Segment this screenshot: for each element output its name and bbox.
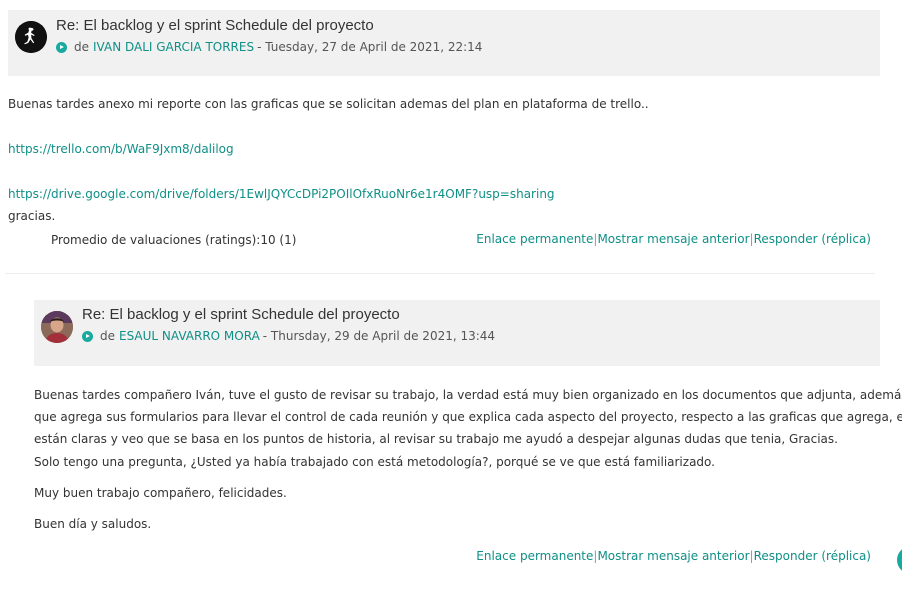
post-subject: Re: El backlog y el sprint Schedule del … [56,17,374,34]
reply-link[interactable]: Responder (réplica) [754,549,871,563]
author-link[interactable]: ESAUL NAVARRO MORA [119,329,260,343]
author-link[interactable]: IVAN DALI GARCIA TORRES [93,40,254,54]
post-header: Re: El backlog y el sprint Schedule del … [8,10,880,76]
post-subject: Re: El backlog y el sprint Schedule del … [82,306,400,323]
post-body-line: Solo tengo una pregunta, ¿Usted ya había… [34,455,715,469]
post-body-line: gracias. [8,209,56,223]
post-body-line: Buenas tardes anexo mi reporte con las g… [8,97,649,111]
by-prefix: de [74,40,89,54]
forum-post: Re: El backlog y el sprint Schedule del … [8,10,880,250]
reply-link[interactable]: Responder (réplica) [754,232,871,246]
trello-link[interactable]: https://trello.com/b/WaF9Jxm8/dalilog [8,138,234,161]
drive-link[interactable]: https://drive.google.com/drive/folders/1… [8,183,555,206]
rating-summary: Promedio de valuaciones (ratings):10 (1) [51,233,297,247]
post-body-line: Muy buen trabajo compañero, felicidades. [34,486,287,500]
show-parent-link[interactable]: Mostrar mensaje anterior [597,232,749,246]
post-body-line: Buenas tardes compañero Iván, tuve el gu… [34,388,902,402]
floating-action-button[interactable] [897,546,902,574]
author-avatar[interactable] [15,21,47,53]
post-body-line: Buen día y saludos. [34,517,152,531]
author-avatar[interactable] [41,311,73,343]
post-divider [5,273,875,274]
user-status-icon [56,41,67,53]
post-date: - Thursday, 29 de April de 2021, 13:44 [262,329,496,343]
post-header: Re: El backlog y el sprint Schedule del … [34,300,880,366]
post-commands: Enlace permanente|Mostrar mensaje anteri… [476,232,871,246]
permalink-link[interactable]: Enlace permanente [476,549,593,563]
post-body-line: que agrega sus formularios para llevar e… [34,410,902,424]
forum-post: Re: El backlog y el sprint Schedule del … [34,300,902,570]
post-body-line: están claras y veo que se basa en los pu… [34,432,838,446]
user-status-icon [82,330,93,342]
jordan-logo-icon [15,21,47,53]
by-prefix: de [100,329,115,343]
post-byline: de IVAN DALI GARCIA TORRES - Tuesday, 27… [56,40,485,54]
post-commands: Enlace permanente|Mostrar mensaje anteri… [476,549,871,563]
post-byline: de ESAUL NAVARRO MORA - Thursday, 29 de … [82,329,498,343]
show-parent-link[interactable]: Mostrar mensaje anterior [597,549,749,563]
post-date: - Tuesday, 27 de April de 2021, 22:14 [257,40,483,54]
permalink-link[interactable]: Enlace permanente [476,232,593,246]
person-photo-icon [41,311,73,343]
